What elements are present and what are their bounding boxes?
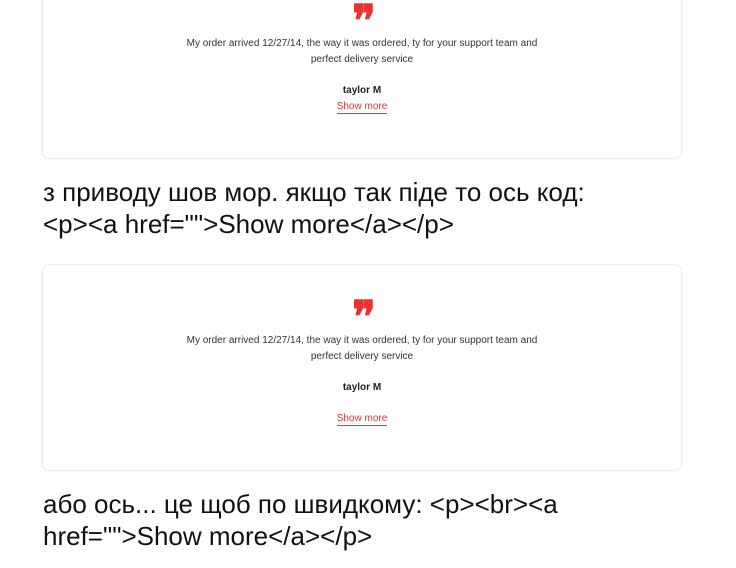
testimonial-text: My order arrived 12/27/14, the way it wa… [172, 36, 552, 68]
chat-message-1-line-1: з приводу шов мор. якщо так піде то ось … [43, 177, 585, 207]
chat-message-2-line-1: або ось... це щоб по швидкому: <p><br><a [43, 489, 558, 519]
testimonial-text-line-2: perfect delivery service [310, 54, 414, 65]
testimonial-card-preview-2: ❞ My order arrived 12/27/14, the way it … [43, 265, 681, 470]
show-more-link-container: Show more [43, 413, 681, 426]
chat-message-2: або ось... це щоб по швидкому: <p><br><a… [43, 488, 693, 552]
quote-icon: ❞ [352, 0, 376, 26]
show-more-link[interactable]: Show more [336, 101, 388, 114]
testimonial-author: taylor M [342, 382, 382, 393]
quote-icon: ❞ [352, 296, 376, 322]
testimonial-text: My order arrived 12/27/14, the way it wa… [172, 333, 552, 365]
chat-message-1: з приводу шов мор. якщо так піде то ось … [43, 176, 693, 240]
show-more-link[interactable]: Show more [336, 413, 388, 426]
testimonial-text-line-1: My order arrived 12/27/14, the way it wa… [186, 38, 538, 49]
chat-message-1-line-2: <p><a href="">Show more</a></p> [43, 209, 454, 239]
testimonial-author: taylor M [342, 85, 382, 96]
testimonial-text-line-1: My order arrived 12/27/14, the way it wa… [186, 335, 538, 346]
testimonial-card-preview-1: ❞ My order arrived 12/27/14, the way it … [43, 0, 681, 158]
show-more-link-container: Show more [43, 101, 681, 114]
chat-message-2-line-2: href="">Show more</a></p> [43, 521, 373, 551]
testimonial-text-line-2: perfect delivery service [310, 351, 414, 362]
